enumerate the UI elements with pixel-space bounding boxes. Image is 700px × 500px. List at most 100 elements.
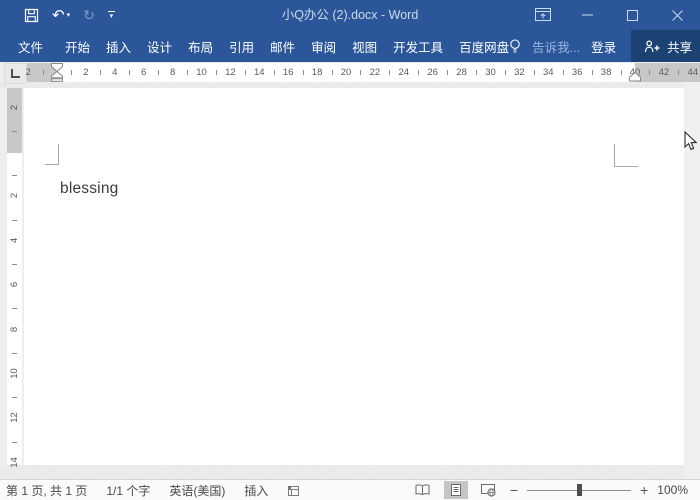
hruler-number: 18 [311,67,323,78]
tab-insert[interactable]: 插入 [106,37,131,56]
hruler-number: 2 [83,67,89,78]
hruler-tick [302,70,304,75]
margin-crop-mark-right [614,144,638,167]
vruler-number: 8 [9,326,20,332]
scrollbar-area[interactable] [684,62,700,479]
vruler-tick [12,175,17,177]
tab-home[interactable]: 开始 [65,37,90,56]
vruler-tick [12,308,17,310]
tab-view[interactable]: 视图 [352,37,377,56]
quick-access-toolbar: ↶ ▾ ↻ ▾ [0,0,115,30]
customize-quick-access-icon[interactable]: ▾ [107,10,115,20]
horizontal-ruler[interactable]: 2246810121416182022242628303234363840424… [0,63,700,84]
hruler-tick [649,70,651,75]
zoom-in-icon[interactable]: + [640,483,648,497]
margin-crop-mark-left [45,144,59,165]
tab-references[interactable]: 引用 [229,37,254,56]
hruler-number: 2 [25,67,31,78]
ribbon-tabs: 文件 开始 插入 设计 布局 引用 邮件 审阅 视图 开发工具 百度网盘 [0,37,509,56]
web-layout-button[interactable] [477,481,501,499]
vertical-ruler[interactable]: 2 2 4 6 8 10 12 14 [7,88,22,468]
vruler-number: 2 [9,193,20,199]
vruler-tick [12,352,17,354]
window-controls [520,0,700,30]
vruler-tick [12,130,17,132]
hruler-tick [129,70,131,75]
hruler-tick [187,70,189,75]
zoom-percentage[interactable]: 100% [657,483,688,497]
tab-mailings[interactable]: 邮件 [270,37,295,56]
share-button[interactable]: 共享 [631,30,700,62]
tab-developer[interactable]: 开发工具 [393,37,443,56]
read-mode-button[interactable] [411,481,435,499]
share-label: 共享 [667,40,693,55]
word-window: { "window": { "title": "小Q办公 (2).docx - … [0,0,700,500]
undo-dropdown-caret: ▾ [66,12,71,19]
hruler-number: 8 [169,67,176,78]
page-number-status[interactable]: 第 1 页, 共 1 页 [6,482,87,499]
lightbulb-icon [509,38,521,54]
macro-record-icon[interactable] [287,484,300,497]
insert-mode-status[interactable]: 插入 [244,482,268,499]
hruler-tick [620,70,622,75]
redo-icon[interactable]: ↻ [83,8,95,22]
hruler-number: 16 [282,67,294,78]
zoom-out-icon[interactable]: − [510,483,518,497]
save-icon[interactable] [24,8,39,23]
zoom-slider-thumb[interactable] [577,484,583,496]
close-icon[interactable] [655,0,700,30]
hruler-number: 34 [543,67,554,78]
hruler-tick [562,70,564,75]
tab-baidu-netdisk[interactable]: 百度网盘 [459,37,509,56]
tab-stop-selector[interactable] [4,63,27,84]
ribbon-tab-row: 文件 开始 插入 设计 布局 引用 邮件 审阅 视图 开发工具 百度网盘 告诉我... 登录 共享 [0,30,700,62]
zoom-slider[interactable] [527,484,632,496]
hruler-tick [71,70,73,75]
hruler-tick [100,70,102,75]
hruler-number: 10 [196,67,207,78]
vruler-tick [12,441,17,443]
chrome-texture-bottom [0,465,700,479]
chrome-texture-top [0,82,700,88]
hruler-number: 36 [571,67,583,78]
redo-arrow-glyph: ↻ [83,7,95,23]
document-page[interactable] [24,88,684,466]
tab-layout[interactable]: 布局 [188,37,213,56]
hruler-number: 4 [112,67,118,78]
tell-me-box[interactable]: 告诉我... [532,37,580,56]
word-count-status[interactable]: 1/1 个字 [106,482,150,499]
sign-in-button[interactable]: 登录 [591,37,616,56]
hruler-tick [476,70,478,75]
hanging-indent-marker[interactable] [51,71,63,82]
status-right-group: − + 100% [411,481,700,499]
share-person-icon [645,40,660,52]
document-text[interactable]: blessing [60,180,118,198]
tab-file[interactable]: 文件 [18,37,43,56]
vruler-tick [12,264,17,265]
vruler-number: 6 [9,282,20,288]
mouse-cursor [684,131,698,151]
language-status[interactable]: 英语(美国) [169,482,225,499]
maximize-icon[interactable] [610,0,655,30]
print-layout-button[interactable] [443,481,468,499]
ribbon-display-options-icon[interactable] [520,0,565,30]
hruler-number: 20 [340,67,352,78]
tab-design[interactable]: 设计 [147,37,172,56]
left-tab-icon [11,69,20,78]
hruler-tick [273,70,275,75]
hruler-number: 24 [398,67,410,78]
hruler-tick [591,70,593,75]
hruler-number: 12 [225,67,236,78]
hruler-number: 30 [485,67,496,78]
right-indent-marker[interactable] [629,72,641,82]
title-bar: ↶ ▾ ↻ ▾ 小Q办公 (2).docx - Word [0,0,700,30]
minimize-icon[interactable] [565,0,610,30]
hruler-tick [331,70,333,75]
undo-icon[interactable]: ↶ ▾ [52,8,70,23]
window-title: 小Q办公 (2).docx - Word [281,8,419,22]
hruler-tick [244,70,246,75]
status-left-group: 第 1 页, 共 1 页 1/1 个字 英语(美国) 插入 [0,482,300,499]
vruler-tick [12,397,17,399]
tab-review[interactable]: 审阅 [311,37,336,56]
vruler-number: 2 [9,104,20,110]
